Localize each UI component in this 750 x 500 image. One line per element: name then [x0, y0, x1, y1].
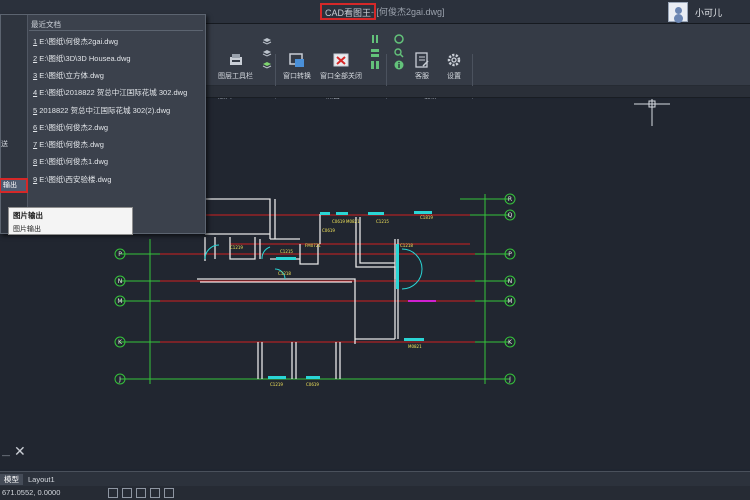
svg-text:C1819: C1819 — [420, 215, 433, 220]
command-line-marker: — — [2, 451, 10, 460]
tooltip-description: 图片输出 — [13, 226, 41, 233]
tooltip: 图片输出 图片输出 — [8, 207, 133, 235]
svg-text:C0619: C0619 — [332, 219, 345, 224]
menu-item-export[interactable]: 输出 — [0, 178, 28, 193]
crosshair-cursor — [634, 99, 670, 126]
axis-bubbles-left: P N M K J — [114, 248, 126, 385]
axis-bubbles-right: R Q P N M K J — [504, 193, 516, 385]
svg-text:J: J — [118, 376, 121, 383]
walls — [197, 198, 399, 379]
ortho-icon[interactable] — [136, 488, 146, 498]
recent-file-item[interactable]: 2 E:\图纸\3D\3D Housea.dwg — [33, 53, 131, 64]
svg-text:C0619: C0619 — [306, 382, 319, 387]
customer-service-icon — [415, 52, 429, 68]
recent-file-item[interactable]: 1 E:\图纸\何俊杰2gai.dwg — [33, 36, 118, 47]
svg-text:Q: Q — [508, 212, 513, 219]
polar-icon[interactable] — [150, 488, 160, 498]
avatar[interactable] — [668, 2, 688, 22]
window-switch-icon — [289, 53, 304, 67]
svg-text:M0821: M0821 — [408, 344, 422, 349]
recent-file-item[interactable]: 7 E:\图纸\何俊杰.dwg — [33, 139, 104, 150]
tab-model[interactable]: 模型 — [0, 474, 23, 485]
recent-file-item[interactable]: 5 2018822 贺总中江国际花城 302(2).dwg — [33, 105, 170, 116]
svg-text:FM0721: FM0721 — [305, 243, 321, 248]
close-icon[interactable]: ✕ — [14, 443, 26, 460]
cursor-coordinates: 671.0552, 0.0000 — [2, 488, 61, 497]
svg-text:N: N — [118, 278, 123, 285]
layout-tabs: 模型 Layout1 — [0, 471, 750, 486]
close-all-windows-icon — [333, 53, 349, 67]
pause-icon[interactable] — [370, 34, 380, 44]
svg-text:K: K — [508, 339, 513, 346]
grid-icon[interactable] — [122, 488, 132, 498]
file-menu-commands: 送 输出 — [0, 15, 28, 233]
axis-bubble: M — [504, 295, 516, 307]
info-icon[interactable] — [394, 60, 404, 70]
svg-text:M: M — [507, 298, 512, 305]
recent-file-item[interactable]: 8 E:\图纸\何俊杰1.dwg — [33, 156, 108, 167]
recent-file-item[interactable]: 3 E:\图纸\立方体.dwg — [33, 70, 104, 81]
svg-text:C1219: C1219 — [270, 382, 283, 387]
file-title: - [何俊杰2gai.dwg] — [371, 7, 445, 17]
svg-text:C1215: C1215 — [376, 219, 389, 224]
menu-item-send[interactable]: 送 — [1, 139, 8, 149]
layer-small-icon[interactable] — [262, 36, 272, 46]
recent-file-item[interactable]: 4 E:\图纸\2018822 贺总中江国际花城 302.dwg — [33, 87, 187, 98]
svg-text:R: R — [508, 196, 512, 203]
customer-service-button[interactable]: 客服 — [414, 52, 430, 81]
recent-docs-title: 最近文档 — [31, 20, 61, 29]
user-name[interactable]: 小可儿 — [695, 6, 722, 19]
recent-file-item[interactable]: 9 E:\图纸\西安验楼.dwg — [33, 174, 111, 185]
svg-text:C1218: C1218 — [278, 271, 291, 276]
refresh-icon[interactable] — [394, 34, 404, 44]
osnap-icon[interactable] — [164, 488, 174, 498]
file-menu: 送 输出 最近文档 1 E:\图纸\何俊杰2gai.dwg 2 E:\图纸\3D… — [0, 14, 206, 234]
close-all-windows-button[interactable]: 窗口全部关闭 — [320, 52, 362, 81]
svg-text:M0821: M0821 — [346, 219, 360, 224]
svg-text:C1219: C1219 — [230, 245, 243, 250]
window-cascade-icon[interactable] — [370, 60, 380, 70]
status-bar: 671.0552, 0.0000 — [0, 486, 750, 500]
svg-text:M: M — [117, 298, 122, 305]
window-switch-button[interactable]: 窗口转换 — [283, 52, 311, 81]
tooltip-title: 图片输出 — [13, 211, 43, 220]
layers-toolbar-icon — [229, 54, 242, 65]
svg-text:P: P — [508, 251, 512, 258]
gear-icon — [447, 53, 461, 67]
svg-text:P: P — [118, 251, 122, 258]
layers-toolbar-button[interactable]: 图层工具栏 — [218, 52, 253, 81]
app-title: CAD看图王 — [320, 3, 377, 20]
tab-layout1[interactable]: Layout1 — [24, 474, 59, 485]
settings-button[interactable]: 设置 — [446, 52, 462, 81]
snap-icon[interactable] — [108, 488, 118, 498]
window-tile-icon[interactable] — [370, 48, 380, 58]
layer-small-icon[interactable] — [262, 60, 272, 70]
svg-text:N: N — [508, 278, 513, 285]
search-icon[interactable] — [394, 48, 404, 58]
layer-small-icon[interactable] — [262, 48, 272, 58]
svg-text:J: J — [508, 376, 511, 383]
svg-text:C1218: C1218 — [400, 243, 413, 248]
svg-text:C1215: C1215 — [280, 249, 293, 254]
divider — [29, 30, 203, 31]
svg-text:C0619: C0619 — [322, 228, 335, 233]
recent-file-item[interactable]: 6 E:\图纸\何俊杰2.dwg — [33, 122, 108, 133]
